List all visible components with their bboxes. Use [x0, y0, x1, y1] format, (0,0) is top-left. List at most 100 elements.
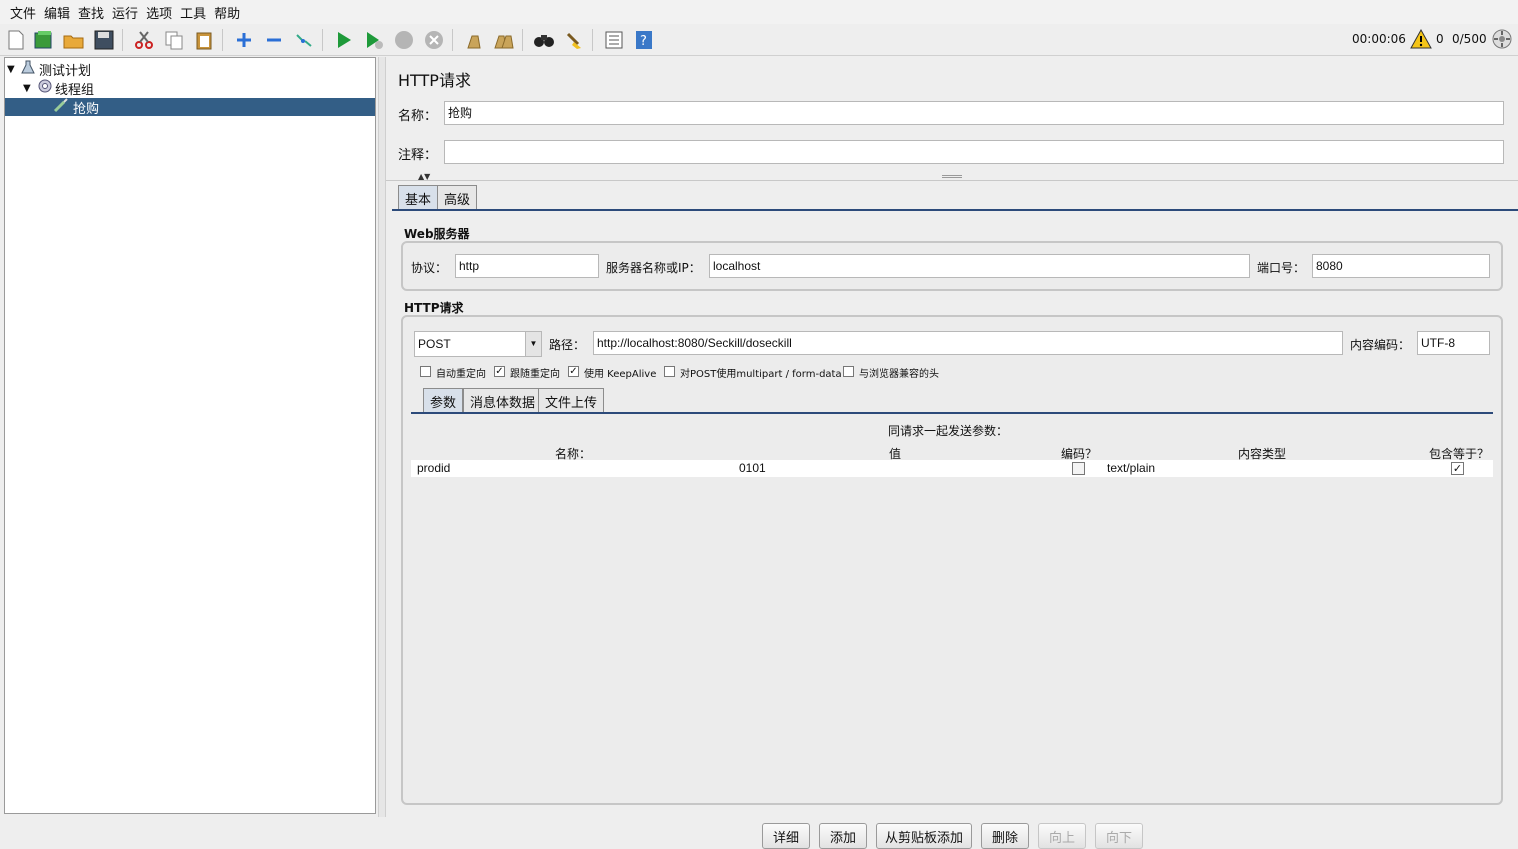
- option-label: 对POST使用multipart / form-data: [680, 369, 842, 380]
- method-select[interactable]: POST ▼: [414, 331, 542, 357]
- help-icon[interactable]: ?: [632, 28, 656, 52]
- split-pane-divider[interactable]: [378, 57, 386, 817]
- protocol-label: 协议：: [411, 261, 448, 275]
- tree-node-test-plan[interactable]: ▼ 测试计划: [7, 60, 92, 79]
- auto-redirect-checkbox[interactable]: [420, 366, 431, 377]
- tab-body-data[interactable]: 消息体数据: [463, 388, 543, 412]
- path-label: 路径：: [549, 338, 586, 352]
- open-icon[interactable]: [62, 28, 86, 52]
- http-request-panel: HTTP请求 名称： 抢购 注释： ▲▼ 基本 高级 Web服务器 协议： ht…: [386, 57, 1518, 849]
- svg-text:?: ?: [640, 34, 647, 49]
- warning-count: 0: [1436, 32, 1444, 46]
- comment-field[interactable]: [444, 140, 1504, 164]
- port-field[interactable]: 8080: [1312, 254, 1490, 278]
- tab-advanced[interactable]: 高级: [437, 185, 478, 209]
- detail-button[interactable]: 详细: [762, 823, 810, 849]
- menu-bar: 文件 编辑 查找 运行 选项 工具 帮助: [0, 0, 1518, 24]
- web-server-group: 协议： http 服务器名称或IP： localhost 端口号： 8080: [401, 241, 1503, 291]
- menu-tools[interactable]: 工具: [176, 3, 210, 22]
- encode-checkbox[interactable]: [1072, 462, 1085, 475]
- server-field[interactable]: localhost: [709, 254, 1250, 278]
- option-label: 使用 KeepAlive: [584, 369, 657, 380]
- drag-handle-icon[interactable]: [942, 175, 962, 178]
- chevron-down-icon[interactable]: ▼: [525, 332, 541, 356]
- add-button[interactable]: 添加: [819, 823, 867, 849]
- web-server-title: Web服务器: [404, 227, 470, 241]
- table-row[interactable]: prodid 0101 text/plain ✓: [411, 460, 1493, 477]
- keepalive-checkbox[interactable]: ✓: [568, 366, 579, 377]
- follow-redirect-checkbox[interactable]: ✓: [494, 366, 505, 377]
- tab-basic[interactable]: 基本: [398, 185, 439, 209]
- tab-parameters[interactable]: 参数: [423, 388, 464, 412]
- move-up-button[interactable]: 向上: [1038, 823, 1086, 849]
- tree-label: 线程组: [55, 82, 95, 98]
- expand-arrow-icon[interactable]: ▼: [23, 83, 37, 94]
- name-label: 名称：: [398, 109, 438, 124]
- comment-label: 注释：: [398, 148, 438, 163]
- stop-icon[interactable]: [392, 28, 416, 52]
- cut-icon[interactable]: [132, 28, 156, 52]
- warning-icon[interactable]: [1409, 27, 1433, 51]
- tree-node-thread-group[interactable]: ▼ 线程组: [23, 78, 95, 98]
- server-label: 服务器名称或IP：: [606, 261, 701, 275]
- tree-label: 抢购: [73, 101, 100, 117]
- browser-headers-checkbox[interactable]: [843, 366, 854, 377]
- tab-file-upload[interactable]: 文件上传: [538, 388, 605, 412]
- multipart-checkbox[interactable]: [664, 366, 675, 377]
- move-down-button[interactable]: 向下: [1095, 823, 1143, 849]
- encoding-field[interactable]: UTF-8: [1417, 331, 1490, 355]
- option-label: 与浏览器兼容的头: [859, 369, 939, 380]
- tree-node-http-sampler[interactable]: 抢购: [5, 97, 375, 117]
- reset-search-icon[interactable]: [562, 28, 586, 52]
- gear-icon: [37, 78, 55, 98]
- encoding-label: 内容编码：: [1350, 338, 1411, 352]
- test-plan-tree: ▼ 测试计划 ▼ 线程组 抢购: [4, 57, 376, 814]
- port-label: 端口号：: [1257, 261, 1306, 275]
- running-indicator-icon: [1490, 27, 1514, 51]
- pipette-icon: [53, 97, 73, 117]
- name-field[interactable]: 抢购: [444, 101, 1504, 125]
- menu-file[interactable]: 文件: [6, 3, 40, 22]
- toggle-icon[interactable]: [292, 28, 316, 52]
- protocol-field[interactable]: http: [455, 254, 599, 278]
- collapse-icon[interactable]: [262, 28, 286, 52]
- params-caption: 同请求一起发送参数：: [887, 424, 1008, 438]
- start-icon[interactable]: [332, 28, 356, 52]
- copy-icon[interactable]: [162, 28, 186, 52]
- option-label: 自动重定向: [436, 369, 486, 380]
- param-content-type[interactable]: text/plain: [1107, 461, 1155, 475]
- function-helper-icon[interactable]: [602, 28, 626, 52]
- clear-icon[interactable]: [462, 28, 486, 52]
- clear-all-icon[interactable]: [492, 28, 516, 52]
- thread-count: 0/500: [1452, 32, 1487, 46]
- add-from-clipboard-button[interactable]: 从剪贴板添加: [876, 823, 972, 849]
- paste-icon[interactable]: [192, 28, 216, 52]
- expand-icon[interactable]: [232, 28, 256, 52]
- http-request-group: POST ▼ 路径： http://localhost:8080/Seckill…: [401, 315, 1503, 849]
- param-value[interactable]: 0101: [739, 461, 766, 475]
- path-field[interactable]: http://localhost:8080/Seckill/doseckill: [593, 331, 1343, 355]
- option-label: 跟随重定向: [510, 369, 560, 380]
- menu-options[interactable]: 选项: [142, 3, 176, 22]
- include-equals-checkbox[interactable]: ✓: [1451, 462, 1464, 475]
- param-name[interactable]: prodid: [417, 461, 450, 475]
- method-value: POST: [418, 337, 451, 351]
- elapsed-time: 00:00:06: [1352, 32, 1406, 46]
- shutdown-icon[interactable]: [422, 28, 446, 52]
- menu-help[interactable]: 帮助: [210, 3, 244, 22]
- toolbar: ? 00:00:06 0 0/500: [0, 24, 1518, 56]
- expand-arrow-icon[interactable]: ▼: [7, 64, 21, 75]
- page-title: HTTP请求: [398, 71, 471, 90]
- tree-label: 测试计划: [39, 63, 92, 79]
- start-no-pauses-icon[interactable]: [362, 28, 386, 52]
- menu-edit[interactable]: 编辑: [40, 3, 74, 22]
- http-request-title: HTTP请求: [404, 301, 464, 315]
- menu-search[interactable]: 查找: [74, 3, 108, 22]
- save-icon[interactable]: [92, 28, 116, 52]
- templates-icon[interactable]: [32, 28, 56, 52]
- search-icon[interactable]: [532, 28, 556, 52]
- new-icon[interactable]: [4, 28, 28, 52]
- menu-run[interactable]: 运行: [108, 3, 142, 22]
- delete-button[interactable]: 删除: [981, 823, 1029, 849]
- flask-icon: [21, 60, 39, 78]
